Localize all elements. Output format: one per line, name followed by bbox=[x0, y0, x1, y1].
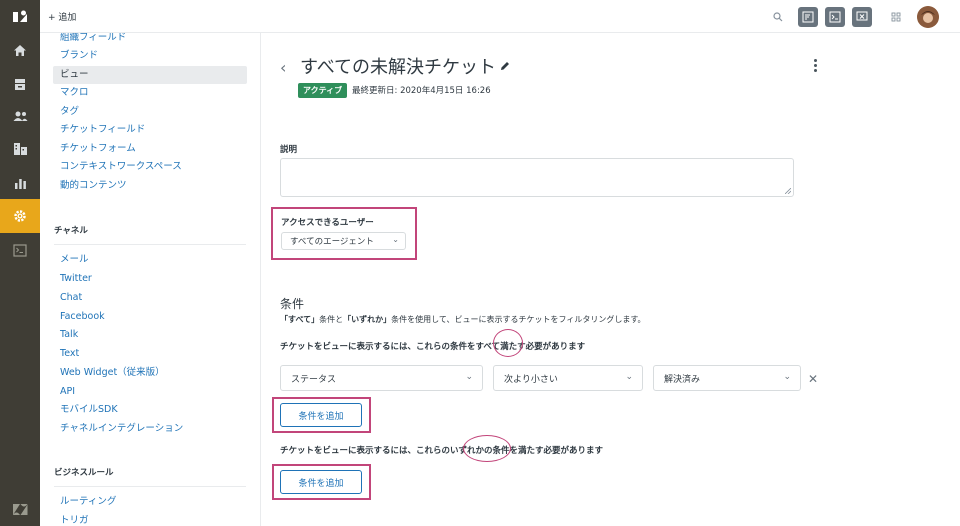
guide-icon[interactable] bbox=[798, 7, 818, 27]
admin-sidebar: 組織フィールド ブランド ビュー マクロ タグ チケットフィールド チケットフォ… bbox=[40, 33, 261, 526]
back-chevron-icon[interactable]: ‹ bbox=[280, 58, 286, 77]
chevron-down-icon: ⌄ bbox=[392, 235, 399, 244]
customers-icon[interactable] bbox=[0, 99, 40, 133]
sidebar-item-twitter[interactable]: Twitter bbox=[53, 270, 247, 288]
status-badge: アクティブ bbox=[298, 83, 348, 98]
condition-value-select[interactable]: 解決済み ⌄ bbox=[653, 365, 801, 391]
apps-grid-icon[interactable] bbox=[886, 7, 906, 27]
description-field[interactable] bbox=[280, 158, 794, 197]
organizations-icon[interactable] bbox=[0, 132, 40, 166]
access-label: アクセスできるユーザー bbox=[281, 218, 374, 228]
description-label: 説明 bbox=[280, 145, 298, 155]
sidebar-item-contextual-workspaces[interactable]: コンテキストワークスペース bbox=[53, 158, 247, 176]
sidebar-item-email[interactable]: メール bbox=[53, 251, 247, 269]
condition-value-value: 解決済み bbox=[664, 374, 701, 385]
add-any-condition-button[interactable]: 条件を追加 bbox=[280, 470, 362, 494]
sidebar-item-ticket-fields[interactable]: チケットフィールド bbox=[53, 121, 247, 139]
sidebar-item-ticket-forms[interactable]: チケットフォーム bbox=[53, 140, 247, 158]
chevron-down-icon: ⌄ bbox=[783, 372, 791, 382]
condition-operator-value: 次より小さい bbox=[504, 374, 558, 385]
sidebar-item-facebook[interactable]: Facebook bbox=[53, 308, 247, 326]
sidebar-item-talk[interactable]: Talk bbox=[53, 326, 247, 344]
divider bbox=[54, 244, 246, 245]
access-select[interactable]: すべてのエージェント ⌄ bbox=[281, 232, 406, 250]
product-rail bbox=[0, 0, 40, 526]
sidebar-item-tags[interactable]: タグ bbox=[53, 103, 247, 121]
pencil-icon[interactable] bbox=[500, 61, 510, 71]
resize-handle-icon[interactable] bbox=[785, 188, 791, 194]
chevron-down-icon: ⌄ bbox=[465, 372, 473, 382]
zendesk-logo-icon[interactable] bbox=[0, 0, 40, 34]
any-conditions-rule: チケットをビューに表示するには、これらのいずれかの条件を満たす必要があります bbox=[280, 446, 604, 456]
sidebar-item-triggers[interactable]: トリガ bbox=[53, 512, 247, 526]
sidebar-item-brands[interactable]: ブランド bbox=[53, 47, 247, 65]
sidebar-item-channel-integrations[interactable]: チャネルインテグレーション bbox=[53, 420, 247, 438]
console-icon[interactable] bbox=[0, 233, 40, 267]
remove-condition-icon[interactable]: ✕ bbox=[808, 372, 818, 386]
reporting-icon[interactable] bbox=[0, 166, 40, 200]
all-conditions-rule: チケットをビューに表示するには、これらの条件をすべて満たす必要があります bbox=[280, 342, 586, 352]
user-avatar[interactable] bbox=[917, 6, 939, 28]
channels-heading: チャネル bbox=[54, 226, 88, 236]
terminal-icon[interactable] bbox=[825, 7, 845, 27]
sidebar-item-api[interactable]: API bbox=[53, 383, 247, 401]
admin-settings-icon[interactable] bbox=[0, 199, 40, 233]
sidebar-item-routing[interactable]: ルーティング bbox=[53, 493, 247, 511]
highlight-any-ellipse bbox=[463, 435, 511, 462]
highlight-all-ellipse bbox=[493, 329, 523, 357]
condition-operator-select[interactable]: 次より小さい ⌄ bbox=[493, 365, 643, 391]
last-updated: 最終更新日: 2020年4月15日 16:26 bbox=[352, 86, 491, 96]
conditions-helper-text: 「すべて」条件と「いずれか」条件を使用して、ビューに表示するチケットをフィルタリ… bbox=[280, 315, 646, 324]
sidebar-item-org-fields[interactable]: 組織フィールド bbox=[53, 33, 247, 47]
sidebar-item-web-widget[interactable]: Web Widget（従来版） bbox=[53, 364, 247, 382]
sidebar-item-mobile-sdk[interactable]: モバイルSDK bbox=[53, 401, 247, 419]
sidebar-item-dynamic-content[interactable]: 動的コンテンツ bbox=[53, 177, 247, 195]
zendesk-products-icon[interactable] bbox=[0, 492, 40, 526]
condition-field-select[interactable]: ステータス ⌄ bbox=[280, 365, 483, 391]
access-value: すべてのエージェント bbox=[290, 237, 374, 247]
add-button[interactable]: + 追加 bbox=[48, 10, 76, 23]
view-title[interactable]: すべての未解決チケット bbox=[300, 53, 496, 79]
condition-field-value: ステータス bbox=[291, 374, 337, 385]
sidebar-item-text[interactable]: Text bbox=[53, 345, 247, 363]
sidebar-item-views[interactable]: ビュー bbox=[53, 66, 247, 84]
search-icon[interactable] bbox=[768, 7, 788, 27]
more-options-icon[interactable] bbox=[814, 59, 817, 72]
chat-icon[interactable] bbox=[852, 7, 872, 27]
add-all-condition-button[interactable]: 条件を追加 bbox=[280, 403, 362, 427]
top-bar: + 追加 bbox=[40, 0, 960, 33]
divider bbox=[54, 486, 246, 487]
home-icon[interactable] bbox=[0, 33, 40, 67]
add-label: + 追加 bbox=[48, 13, 77, 23]
sidebar-item-chat[interactable]: Chat bbox=[53, 289, 247, 307]
sidebar-item-macros[interactable]: マクロ bbox=[53, 84, 247, 102]
views-icon[interactable] bbox=[0, 67, 40, 101]
page-title: すべての未解決チケット bbox=[300, 53, 510, 79]
chevron-down-icon: ⌄ bbox=[625, 372, 633, 382]
view-editor: ‹ すべての未解決チケット アクティブ 最終更新日: 2020年4月15日 16… bbox=[262, 33, 960, 526]
business-rules-heading: ビジネスルール bbox=[54, 468, 114, 478]
conditions-heading: 条件 bbox=[280, 297, 305, 311]
